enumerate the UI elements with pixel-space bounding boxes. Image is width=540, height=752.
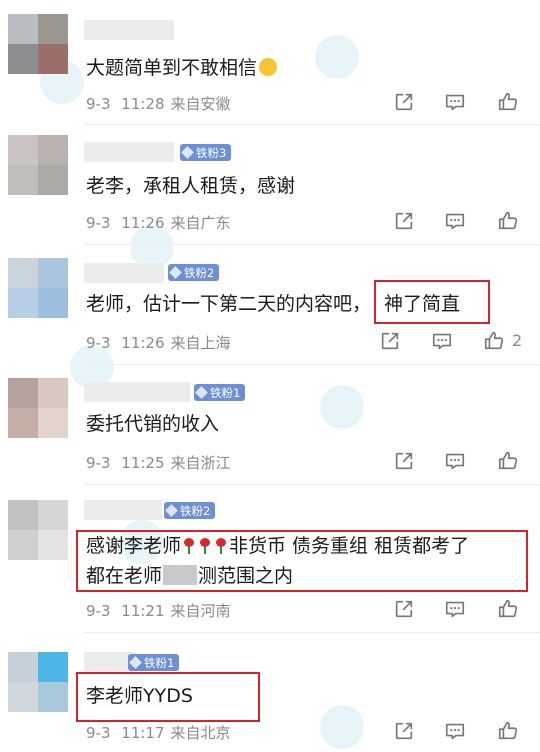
avatar[interactable]: [8, 500, 68, 560]
highlighted-text: 神了简直: [384, 293, 461, 315]
comment-text: 老师，估计一下第二天的内容吧，: [86, 293, 372, 315]
username[interactable]: [84, 142, 174, 162]
comment-icon[interactable]: [443, 449, 467, 473]
comment-meta: 9-3 11:26 来自广东: [86, 214, 231, 232]
username[interactable]: [84, 263, 164, 283]
like-icon[interactable]: [496, 597, 520, 621]
watermark-logo: [320, 385, 364, 429]
rose-emoji-icon: [198, 538, 212, 554]
divider: [84, 484, 540, 485]
username[interactable]: [84, 382, 190, 402]
share-icon[interactable]: [378, 329, 402, 353]
comment-icon[interactable]: [443, 597, 467, 621]
comment-text: 李老师YYDS: [86, 685, 193, 707]
share-icon[interactable]: [392, 719, 416, 743]
divider: [84, 364, 540, 365]
divider: [84, 632, 540, 633]
comment-text: 老李，承租人租赁，感谢: [86, 175, 296, 197]
divider: [84, 244, 540, 245]
fan-level-badge: 铁粉1: [128, 654, 180, 671]
comment-text: 感谢李老师 非货币 债务重组 租赁都考了 都在老师 测范围之内: [86, 535, 470, 587]
fan-level-badge: 铁粉1: [194, 384, 246, 401]
comment-meta: 9-3 11:17 来自北京: [86, 724, 231, 742]
comment-icon[interactable]: [443, 719, 467, 743]
like-icon[interactable]: [496, 90, 520, 114]
watermark-logo: [320, 705, 364, 749]
rose-emoji-icon: [182, 538, 196, 554]
avatar[interactable]: [8, 652, 68, 712]
comment-meta: 9-3 11:28 来自安徽: [86, 95, 231, 113]
share-icon[interactable]: [392, 90, 416, 114]
laughing-emoji-icon: [259, 58, 278, 76]
like-icon[interactable]: [496, 719, 520, 743]
avatar[interactable]: [8, 258, 68, 318]
comment-meta: 9-3 11:21 来自河南: [86, 602, 231, 620]
fan-level-badge: 铁粉2: [168, 264, 220, 281]
comment-meta: 9-3 11:25 来自浙江: [86, 454, 231, 472]
avatar[interactable]: [8, 135, 68, 195]
redacted-text: [163, 565, 198, 585]
share-icon[interactable]: [392, 209, 416, 233]
watermark-logo: [315, 35, 359, 79]
divider: [84, 124, 540, 125]
username[interactable]: [84, 500, 162, 520]
comment-meta: 9-3 11:26 来自上海: [86, 334, 231, 352]
fan-level-badge: 铁粉3: [180, 144, 232, 161]
comment-text: 委托代销的收入: [86, 413, 220, 435]
like-count: 2: [512, 331, 523, 350]
comment-icon[interactable]: [443, 90, 467, 114]
avatar[interactable]: [8, 14, 68, 74]
rose-emoji-icon: [214, 538, 228, 554]
comment-icon[interactable]: [443, 209, 467, 233]
like-icon[interactable]: [496, 209, 520, 233]
comment-text: 大题简单到不敢相信: [86, 54, 278, 82]
like-icon[interactable]: [482, 329, 506, 353]
share-icon[interactable]: [392, 597, 416, 621]
share-icon[interactable]: [392, 449, 416, 473]
avatar[interactable]: [8, 378, 68, 438]
like-icon[interactable]: [496, 449, 520, 473]
username[interactable]: [84, 20, 174, 40]
fan-level-badge: 铁粉2: [164, 502, 216, 519]
comment-icon[interactable]: [430, 329, 454, 353]
